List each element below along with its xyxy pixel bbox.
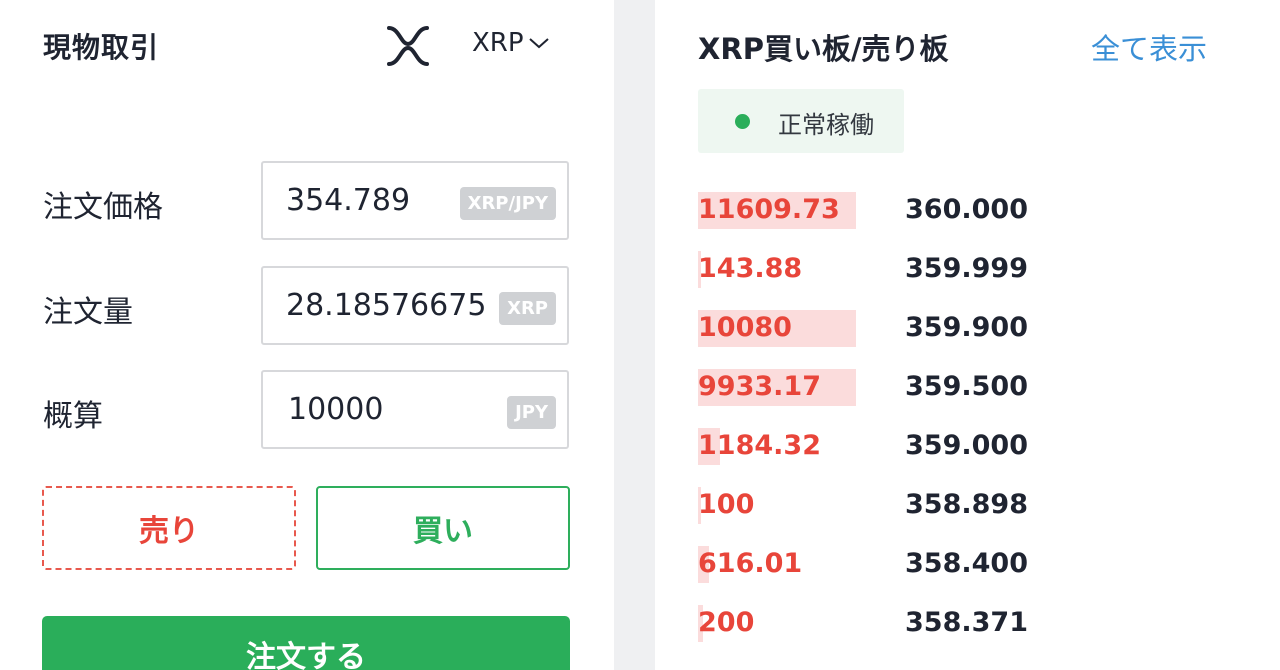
price-input-value: 354.789 bbox=[286, 183, 411, 218]
place-order-button[interactable]: 注文する bbox=[42, 616, 570, 670]
panel-title: 現物取引 bbox=[43, 31, 160, 64]
orderbook-price: 358.400 bbox=[905, 548, 1028, 579]
orderbook-price: 359.000 bbox=[905, 430, 1028, 461]
estimate-input[interactable]: 10000 JPY bbox=[261, 370, 569, 449]
orderbook-price: 358.898 bbox=[905, 489, 1028, 520]
price-unit-badge: XRP/JPY bbox=[459, 187, 556, 220]
status-dot-icon bbox=[735, 114, 750, 129]
orderbook-qty: 10080 bbox=[698, 312, 792, 343]
orderbook-title: XRP買い板/売り板 bbox=[698, 32, 949, 66]
amount-input-value: 28.18576675 bbox=[286, 288, 487, 323]
amount-unit-badge: XRP bbox=[499, 292, 556, 325]
xrp-logo-icon bbox=[387, 26, 429, 66]
orderbook-qty: 100 bbox=[698, 489, 755, 520]
coin-select[interactable]: XRP bbox=[472, 28, 550, 58]
orderbook-panel: XRP買い板/売り板 全て表示 正常稼働 11609.73 360.000 143.… bbox=[655, 0, 1280, 670]
estimate-label: 概算 bbox=[43, 399, 103, 434]
price-label: 注文価格 bbox=[43, 190, 163, 225]
orderbook-qty: 9933.17 bbox=[698, 371, 821, 402]
amount-input[interactable]: 28.18576675 XRP bbox=[261, 266, 569, 345]
chevron-down-icon bbox=[528, 38, 549, 49]
status-badge: 正常稼働 bbox=[698, 89, 904, 153]
buy-button[interactable]: 買い bbox=[316, 486, 570, 570]
price-input[interactable]: 354.789 XRP/JPY bbox=[261, 161, 569, 240]
show-all-link[interactable]: 全て表示 bbox=[1091, 26, 1207, 68]
orderbook-qty: 616.01 bbox=[698, 548, 803, 579]
orderbook-price: 358.371 bbox=[905, 607, 1028, 638]
orderbook-price: 359.999 bbox=[905, 253, 1028, 284]
estimate-input-value: 10000 bbox=[288, 392, 384, 427]
orderbook-qty: 1184.32 bbox=[698, 430, 821, 461]
orderbook-row[interactable]: 616.01 358.400 bbox=[698, 544, 1238, 586]
orderbook-row[interactable]: 9933.17 359.500 bbox=[698, 367, 1238, 409]
orderbook-row[interactable]: 11609.73 360.000 bbox=[698, 190, 1238, 232]
orderbook-row[interactable]: 200 358.371 bbox=[698, 603, 1238, 645]
orderbook-qty: 11609.73 bbox=[698, 194, 840, 225]
orderbook-row[interactable]: 10080 359.900 bbox=[698, 308, 1238, 350]
estimate-unit-badge: JPY bbox=[507, 396, 556, 429]
orderbook-qty: 143.88 bbox=[698, 253, 803, 284]
status-text: 正常稼働 bbox=[778, 111, 874, 139]
orderbook-qty: 200 bbox=[698, 607, 755, 638]
orderbook-price: 359.500 bbox=[905, 371, 1028, 402]
amount-label: 注文量 bbox=[43, 295, 133, 330]
orderbook-row[interactable]: 1184.32 359.000 bbox=[698, 426, 1238, 468]
orderbook-price: 360.000 bbox=[905, 194, 1028, 225]
sell-button[interactable]: 売り bbox=[42, 486, 296, 570]
coin-select-label: XRP bbox=[472, 28, 524, 58]
orderbook-price: 359.900 bbox=[905, 312, 1028, 343]
orderbook-row[interactable]: 143.88 359.999 bbox=[698, 249, 1238, 291]
orderbook-row[interactable]: 100 358.898 bbox=[698, 485, 1238, 527]
spot-trade-panel: 現物取引 XRP 注文価格 354.789 XRP/JPY 注文量 28.185… bbox=[0, 0, 614, 670]
